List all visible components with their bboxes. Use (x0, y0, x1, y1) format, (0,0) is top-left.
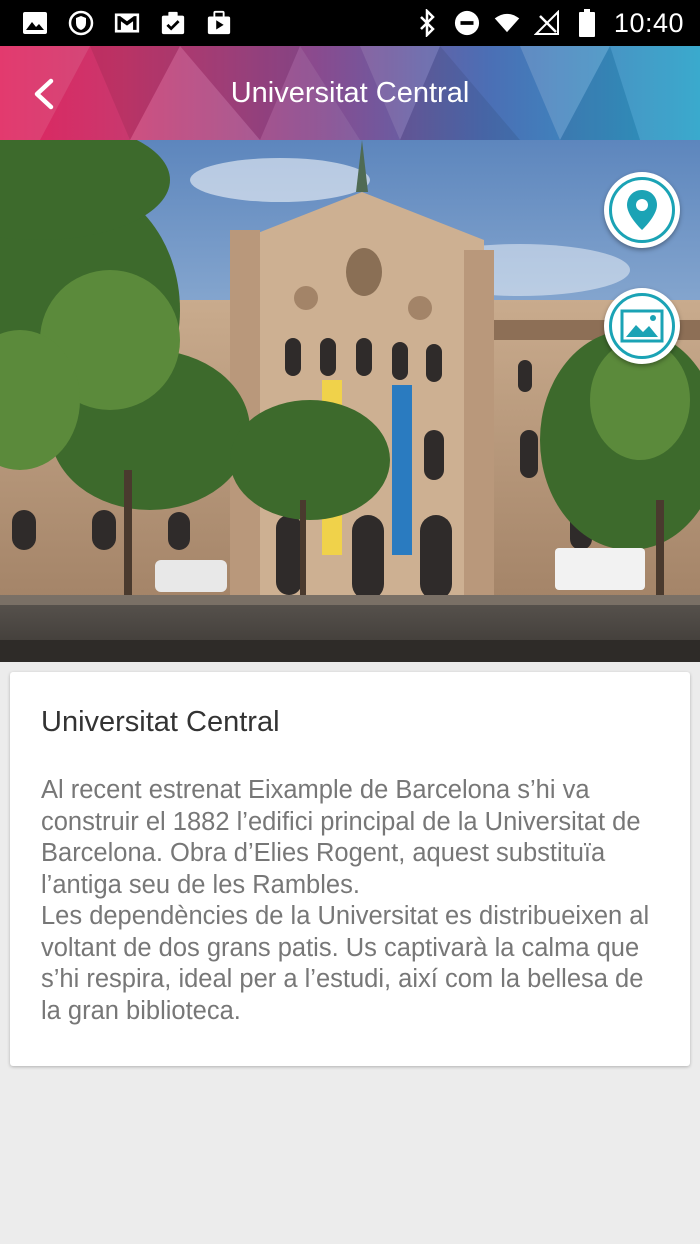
building-photo (0, 140, 700, 662)
status-bar-notifications (0, 10, 232, 36)
gallery-button-ring (609, 293, 675, 359)
description-card: Universitat Central Al recent estrenat E… (10, 672, 690, 1066)
card-description: Al recent estrenat Eixample de Barcelona… (41, 776, 650, 1025)
gallery-button[interactable] (604, 288, 680, 364)
gallery-icon (620, 309, 664, 343)
clipboard-check-icon (160, 10, 186, 36)
status-bar-system: 10:40 (414, 8, 700, 39)
gmail-icon (114, 10, 140, 36)
status-bar: 10:40 (0, 0, 700, 46)
bluetooth-icon (414, 9, 440, 37)
map-button-ring (609, 177, 675, 243)
page-title: Universitat Central (230, 76, 470, 109)
image-icon (22, 10, 48, 36)
no-signal-icon (533, 10, 560, 36)
map-pin-icon (627, 190, 657, 230)
status-bar-time: 10:40 (613, 7, 684, 38)
hero-image (0, 140, 700, 662)
map-button[interactable] (604, 172, 680, 248)
play-store-icon (206, 10, 232, 36)
app-bar: Universitat Central (0, 46, 700, 140)
do-not-disturb-icon (454, 10, 480, 36)
battery-icon (574, 9, 600, 37)
wifi-icon (494, 10, 520, 36)
card-title: Universitat Central (41, 706, 280, 738)
shield-icon (68, 10, 94, 36)
